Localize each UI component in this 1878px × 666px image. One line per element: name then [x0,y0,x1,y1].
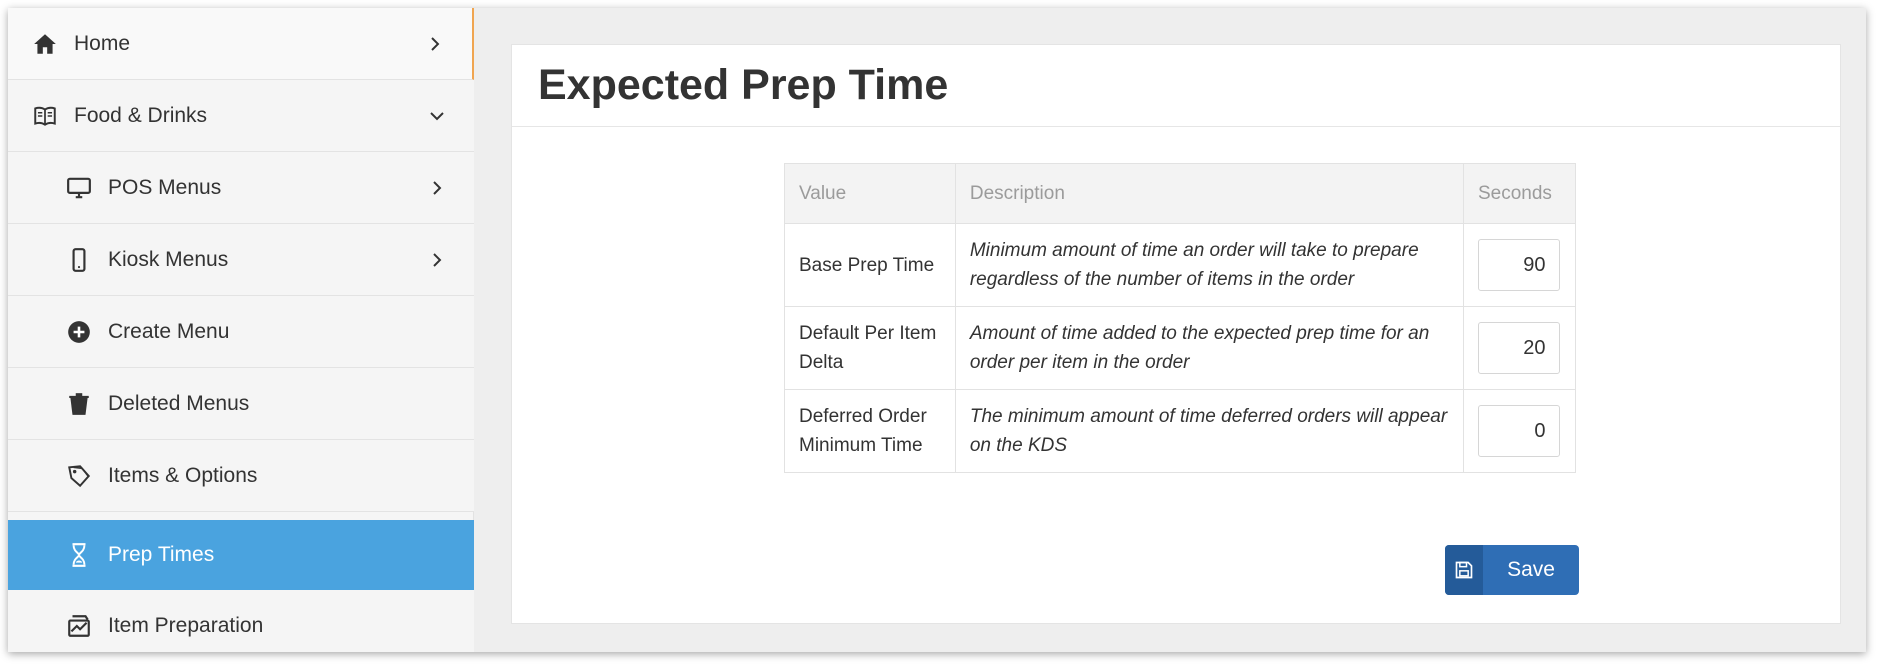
row-description: Amount of time added to the expected pre… [954,306,1464,390]
app-window: Home Food & Drinks POS Menus Kiosk Menus… [8,8,1866,652]
page-title: Expected Prep Time [538,61,949,109]
sidebar-item-home[interactable]: Home [8,8,474,80]
hourglass-icon [64,540,94,570]
home-icon [30,29,60,59]
save-label: Save [1507,558,1555,581]
book-icon [30,101,60,131]
sidebar-item-label: Item Preparation [108,614,264,637]
column-header-seconds: Seconds [1462,163,1577,224]
row-seconds-cell [1462,389,1577,473]
sidebar-item-items-options[interactable]: Items & Options [8,440,474,512]
sidebar-item-food-drinks[interactable]: Food & Drinks [8,80,474,152]
plus-circle-icon [64,317,94,347]
sidebar-item-deleted-menus[interactable]: Deleted Menus [8,368,474,440]
sidebar-item-kiosk-menus[interactable]: Kiosk Menus [8,224,474,296]
chevron-right-icon [428,251,446,269]
table-row: Default Per Item Delta Amount of time ad… [784,306,1577,390]
sidebar-item-prep-times[interactable]: Prep Times [8,520,474,590]
prep-time-table: Value Description Seconds Base Prep Time… [784,163,1577,473]
sidebar-item-label: Prep Times [108,542,215,566]
chevron-right-icon [426,35,444,53]
sidebar: Home Food & Drinks POS Menus Kiosk Menus… [8,8,474,652]
row-seconds-cell [1462,223,1577,307]
save-button[interactable]: Save [1445,545,1579,595]
chevron-right-icon [428,179,446,197]
preparation-icon [64,611,94,641]
column-header-description: Description [954,163,1464,224]
desktop-icon [64,173,94,203]
floppy-disk-icon [1445,545,1483,595]
sidebar-item-label: Deleted Menus [108,391,250,415]
row-value: Deferred Order Minimum Time [784,389,956,473]
sidebar-item-item-preparation[interactable]: Item Preparation [8,590,474,652]
table-header-row: Value Description Seconds [784,163,1577,224]
per-item-delta-input[interactable] [1478,322,1561,374]
row-seconds-cell [1462,306,1577,390]
sidebar-item-label: Home [74,31,131,55]
prep-time-panel: Expected Prep Time Value Description Sec… [511,44,1841,624]
sidebar-item-label: Kiosk Menus [108,247,229,271]
mobile-icon [64,245,94,275]
row-value: Default Per Item Delta [784,306,956,390]
row-description: Minimum amount of time an order will tak… [954,223,1464,307]
sidebar-item-pos-menus[interactable]: POS Menus [8,152,474,224]
sidebar-item-label: Items & Options [108,463,258,487]
sidebar-item-label: POS Menus [108,175,222,199]
panel-header: Expected Prep Time [512,45,1840,127]
deferred-min-time-input[interactable] [1478,405,1561,457]
tags-icon [64,461,94,491]
row-value: Base Prep Time [784,223,956,307]
base-prep-time-input[interactable] [1478,239,1561,291]
table-row: Base Prep Time Minimum amount of time an… [784,223,1577,307]
sidebar-item-label: Create Menu [108,319,230,343]
sidebar-item-label: Food & Drinks [74,103,208,127]
sidebar-item-create-menu[interactable]: Create Menu [8,296,474,368]
column-header-value: Value [784,163,956,224]
table-row: Deferred Order Minimum Time The minimum … [784,389,1577,473]
chevron-down-icon [428,107,446,125]
trash-icon [64,389,94,419]
row-description: The minimum amount of time deferred orde… [954,389,1464,473]
